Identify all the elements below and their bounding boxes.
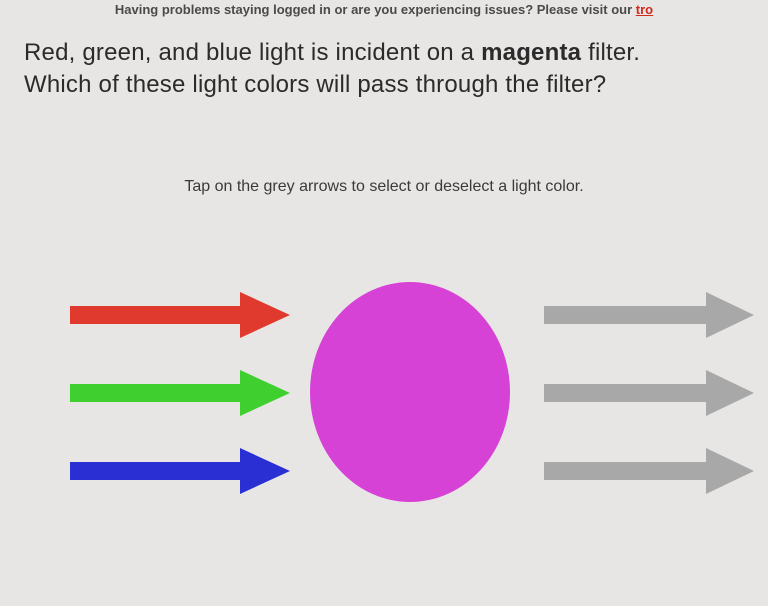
arrow-grey-top-shape (544, 292, 754, 338)
arrow-green-shape (70, 370, 290, 416)
question-text: Red, green, and blue light is incident o… (24, 37, 744, 102)
instruction-text: Tap on the grey arrows to select or dese… (0, 178, 768, 196)
output-arrow-top[interactable] (544, 292, 754, 338)
arrow-blue-shape (70, 448, 290, 494)
incoming-arrow-blue (70, 448, 290, 494)
magenta-filter (310, 282, 510, 502)
banner-text: Having problems staying logged in or are… (115, 2, 636, 17)
incoming-arrow-red (70, 292, 290, 338)
filter-diagram (0, 252, 768, 532)
notice-banner: Having problems staying logged in or are… (0, 0, 768, 23)
output-arrow-middle[interactable] (544, 370, 754, 416)
arrow-red-shape (70, 292, 290, 338)
arrow-grey-bottom-shape (544, 448, 754, 494)
question-line-1: Red, green, and blue light is incident o… (24, 37, 744, 69)
troubleshoot-link[interactable]: tro (636, 2, 653, 17)
question-line-2: Which of these light colors will pass th… (24, 69, 744, 101)
incoming-arrow-green (70, 370, 290, 416)
arrow-grey-middle-shape (544, 370, 754, 416)
output-arrow-bottom[interactable] (544, 448, 754, 494)
